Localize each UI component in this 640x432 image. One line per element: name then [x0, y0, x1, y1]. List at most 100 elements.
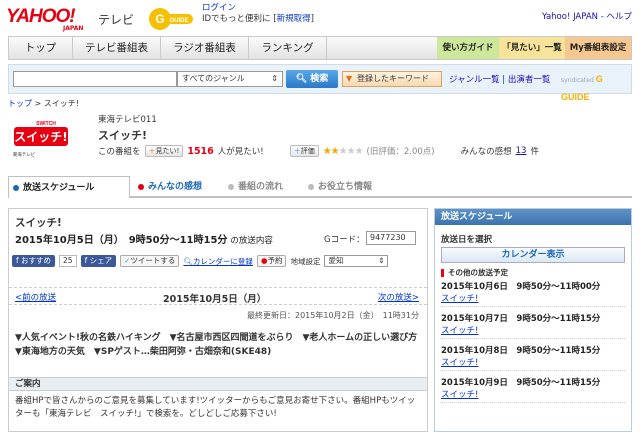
- performer-list-link[interactable]: 出演者一覧: [508, 75, 551, 85]
- schedule-item: 2015年10月8日 9時50分～11時15分 スイッチ!: [441, 345, 625, 371]
- top-right-links: Yahoo! JAPAN - ヘルプ: [541, 12, 632, 22]
- schedule-item: 2015年10月9日 9時50分～11時15分 スイッチ!: [441, 377, 625, 403]
- region-select[interactable]: 愛知 ⇕: [324, 255, 389, 267]
- nav-mitai-list[interactable]: 「見たい」一覧: [499, 37, 565, 59]
- facebook-icon: f: [84, 256, 88, 265]
- nav-tab-tv[interactable]: テレビ番組表: [73, 37, 161, 59]
- schedule-item-date: 2015年10月6日 9時50分～11時00分: [441, 282, 601, 292]
- recommend-button[interactable]: f おすすめ: [12, 255, 56, 267]
- login-link[interactable]: ログイン: [202, 3, 236, 13]
- plus-icon: ＋: [293, 147, 301, 155]
- tab-dot-icon: [308, 184, 314, 190]
- program-logo: SWITCH スイッチ! 東海テレビ: [10, 116, 72, 162]
- nav-guide[interactable]: 使い方ガイド: [437, 37, 499, 59]
- tab-schedule[interactable]: 放送スケジュール: [8, 176, 130, 198]
- program-logo-station: 東海テレビ: [13, 151, 36, 158]
- yahoo-logo-sub: JAPAN: [63, 25, 84, 32]
- nav-my-settings[interactable]: My番組表設定: [565, 37, 631, 59]
- sidebar-header: 放送スケジュール: [435, 209, 631, 225]
- broadcast-detail: スイッチ! 2015年10月5日（月） 9時50分～11時15分 の放送内容 Gコ…: [8, 208, 428, 432]
- impressions-label: みんなの感想: [460, 147, 512, 157]
- schedule-item: 2015年10月6日 9時50分～11時00分 スイッチ!: [441, 281, 625, 307]
- calendar-register-link[interactable]: 🔍︎カレンダーに登録: [183, 256, 253, 267]
- star-filled-icon: ★: [330, 145, 340, 157]
- select-date-label: 放送日を選択: [441, 235, 493, 245]
- search-icon: 🔍︎: [295, 74, 308, 84]
- last-updated: 最終更新日：2015年10月2日（金） 11時31分: [247, 311, 419, 320]
- tv-logo-label: テレビ: [98, 13, 135, 27]
- tweet-label: ツイートする: [130, 256, 176, 265]
- impressions-unit: 件: [530, 147, 539, 157]
- schedule-item-date: 2015年10月7日 9時50分～11時15分: [441, 314, 601, 324]
- next-broadcast-link[interactable]: 次の放送>: [378, 291, 419, 303]
- schedule-item-link[interactable]: スイッチ!: [441, 389, 625, 401]
- program-logo-title: スイッチ!: [14, 130, 67, 144]
- gcode-label: Gコード：: [324, 235, 365, 245]
- search-button[interactable]: 🔍︎ 検索: [286, 70, 338, 88]
- broadcast-title: スイッチ!: [15, 217, 62, 229]
- mitai-button-label: 見たい!: [155, 147, 180, 155]
- program-title: スイッチ!: [98, 129, 148, 142]
- impressions-count[interactable]: 13: [516, 146, 527, 156]
- register-link[interactable]: 新規取得: [277, 14, 311, 24]
- gcode-field[interactable]: 9477230: [366, 231, 416, 245]
- rating-old: (旧評価：2.00点): [366, 147, 435, 157]
- login-hint: IDでもっと便利に [: [202, 14, 277, 24]
- login-box: ログイン IDでもっと便利に [新規取得]: [202, 3, 314, 25]
- search-input[interactable]: [13, 71, 177, 87]
- tab-useful-info: お役立ち情報: [304, 176, 394, 198]
- tab-dot-icon: [13, 185, 19, 191]
- keyword-button-label: 登録したキーワード: [357, 74, 429, 83]
- reserve-label: 予約: [267, 256, 283, 265]
- select-arrows-icon: ⇕: [378, 256, 385, 265]
- share-label: シェア: [89, 256, 113, 265]
- schedule-item-link[interactable]: スイッチ!: [441, 325, 625, 337]
- recommend-label: おすすめ: [21, 256, 52, 265]
- share-button[interactable]: f シェア: [80, 255, 117, 267]
- syndicated-label: syndicated: [561, 77, 594, 84]
- broadcast-date: 2015年10月5日（月） 9時50分～11時15分 の放送内容: [15, 231, 273, 246]
- breadcrumb-separator: >: [34, 99, 42, 108]
- yahoo-japan-link[interactable]: Yahoo! JAPAN: [542, 12, 598, 22]
- tab-impressions[interactable]: みんなの感想: [134, 176, 224, 198]
- genre-list-link[interactable]: ジャンル一覧: [449, 75, 500, 85]
- triangle-icon: ▼: [346, 74, 353, 83]
- login-hint-close: ]: [310, 14, 314, 24]
- help-link[interactable]: ヘルプ: [606, 12, 632, 22]
- nav-tab-ranking[interactable]: ランキング: [249, 37, 327, 59]
- nav-tab-radio[interactable]: ラジオ番組表: [161, 37, 249, 59]
- search-links: ジャンル一覧 | 出演者一覧: [449, 75, 551, 85]
- mitai-button[interactable]: ＋見たい!: [144, 145, 184, 157]
- reserve-button[interactable]: ●予約: [256, 255, 287, 267]
- keyword-button[interactable]: ▼ 登録したキーワード: [342, 71, 442, 87]
- tab-dot-icon: [138, 184, 144, 190]
- broadcast-date-suffix: の放送内容: [230, 236, 273, 246]
- syndicated-gguide-logo: syndicated G GUIDE: [561, 71, 631, 107]
- nav-tab-top[interactable]: トップ: [9, 37, 73, 59]
- calendar-register-label: カレンダーに登録: [192, 256, 253, 266]
- annai-heading: ご案内: [9, 377, 427, 391]
- select-arrows-icon: ⇕: [271, 74, 278, 83]
- program-logo-switch: SWITCH: [36, 121, 56, 127]
- region-select-value: 愛知: [328, 256, 344, 265]
- region-label: 地域設定: [290, 256, 321, 266]
- tab-label: みんなの感想: [148, 182, 203, 192]
- search-icon: 🔍︎: [183, 256, 193, 266]
- search-button-label: 検索: [310, 74, 329, 84]
- rate-button[interactable]: ＋評価: [289, 145, 319, 157]
- rate-button-label: 評価: [300, 147, 315, 155]
- mitai-prefix: この番組を: [98, 147, 141, 157]
- tab-label: 番組の流れ: [238, 182, 284, 192]
- calendar-display-button[interactable]: カレンダー表示: [441, 247, 625, 263]
- social-bar: f おすすめ 25 f シェア ✓ツイートする 🔍︎カレンダーに登録 ●予約 地…: [12, 255, 389, 267]
- schedule-item-link[interactable]: スイッチ!: [441, 293, 625, 305]
- broadcast-date-text: 2015年10月5日（月） 9時50分～11時15分: [15, 235, 228, 246]
- broadcast-description: ▼人気イベント!秋の名鉄ハイキング ▼名古屋市西区四間道をぶらり ▼老人ホームの…: [15, 333, 427, 357]
- prev-broadcast-link[interactable]: <前の放送: [15, 291, 56, 303]
- breadcrumb-top[interactable]: トップ: [8, 99, 32, 108]
- mitai-suffix: 人が見たい!: [217, 147, 264, 157]
- schedule-item-link[interactable]: スイッチ!: [441, 357, 625, 369]
- genre-select[interactable]: すべてのジャンル ⇕: [177, 71, 283, 87]
- breadcrumb: トップ > スイッチ!: [8, 98, 79, 109]
- tweet-button[interactable]: ✓ツイートする: [120, 255, 180, 267]
